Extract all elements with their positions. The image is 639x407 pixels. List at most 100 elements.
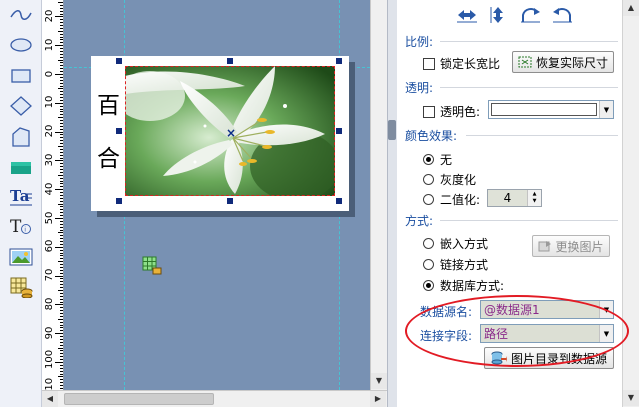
ruler-tick: [60, 99, 63, 101]
dropdown-arrow-icon[interactable]: ▼: [599, 101, 613, 118]
splitter-collapse-icon[interactable]: [388, 120, 396, 140]
ruler-tick: [58, 117, 63, 119]
resize-handle[interactable]: [227, 58, 233, 64]
ruler-tick: [60, 321, 63, 323]
diamond-tool-icon[interactable]: [7, 93, 35, 119]
option-label: 数据库方式:: [440, 279, 505, 293]
ruler-label: 20: [44, 124, 55, 138]
database-field-icon[interactable]: [142, 256, 162, 276]
resize-handle[interactable]: [116, 58, 122, 64]
ruler-tick: [55, 189, 63, 191]
label-text-char[interactable]: 合: [97, 139, 120, 173]
ruler-tick: [55, 160, 63, 162]
ruler-tick: [60, 120, 63, 122]
lily-image-element[interactable]: ×: [125, 66, 335, 196]
resize-handle[interactable]: [336, 128, 342, 134]
ruler-tick: [60, 105, 63, 107]
stepper-arrows-icon[interactable]: ▲ ▼: [527, 190, 541, 206]
datasource-select[interactable]: @数据源1 ▼: [480, 300, 614, 319]
ruler-tick: [60, 183, 63, 185]
option-label: 无: [440, 153, 453, 167]
restore-actual-size-button[interactable]: 恢复实际尺寸: [512, 51, 614, 73]
radio-icon[interactable]: [423, 259, 434, 270]
ruler-label: 10: [44, 96, 55, 109]
rectangle-tool-icon[interactable]: [7, 63, 35, 89]
threshold-value[interactable]: 4: [488, 191, 527, 205]
field-label: 连接字段:: [420, 329, 473, 343]
ruler-tick: [60, 171, 63, 173]
canvas-horizontal-scrollbar[interactable]: ◀ ▶: [42, 390, 387, 407]
scroll-down-icon[interactable]: ▼: [371, 373, 387, 389]
scroll-down-icon[interactable]: ▼: [623, 390, 639, 406]
color-option-grayscale[interactable]: 灰度化: [423, 171, 476, 188]
ruler-tick: [60, 385, 63, 387]
mode-option-embed[interactable]: 嵌入方式: [423, 235, 488, 252]
ellipse-tool-icon[interactable]: [7, 32, 35, 58]
design-canvas[interactable]: 百 合 ×: [64, 0, 370, 390]
ruler-tick: [60, 7, 63, 9]
rotate-left-icon[interactable]: [520, 6, 542, 27]
database-field-tool-icon[interactable]: [7, 274, 35, 300]
flip-vertical-icon[interactable]: [488, 6, 510, 27]
dropdown-arrow-icon[interactable]: ▼: [599, 325, 613, 342]
ruler-label: 60: [44, 240, 55, 253]
ruler-tick: [60, 42, 63, 44]
resize-handle[interactable]: [116, 128, 122, 134]
mode-option-database[interactable]: 数据库方式:: [423, 277, 504, 294]
ruler-label: 110: [44, 378, 55, 390]
radio-selected-icon[interactable]: [423, 280, 434, 291]
ruler-tick: [60, 122, 63, 124]
rich-text-tool-icon[interactable]: Ti: [7, 214, 35, 240]
rotate-right-icon[interactable]: [551, 6, 573, 27]
resize-handle[interactable]: [336, 198, 342, 204]
resize-handle[interactable]: [227, 198, 233, 204]
checkbox-box[interactable]: [423, 105, 435, 118]
replace-image-icon: [538, 241, 552, 252]
color-option-binarize[interactable]: 二值化:: [423, 191, 480, 208]
color-option-none[interactable]: 无: [423, 151, 452, 168]
panel-splitter[interactable]: [387, 0, 397, 407]
canvas-vertical-scrollbar[interactable]: ▼: [370, 0, 387, 390]
ruler-tick: [60, 272, 63, 274]
ruler-tick: [60, 382, 63, 384]
scroll-right-icon[interactable]: ▶: [370, 391, 386, 407]
radio-selected-icon[interactable]: [423, 154, 434, 165]
checkbox-box[interactable]: [423, 57, 435, 70]
text-tool-icon[interactable]: Ta: [7, 184, 35, 210]
scroll-up-icon[interactable]: ▲: [623, 0, 639, 16]
image-tool-icon[interactable]: [7, 244, 35, 270]
label-text-char[interactable]: 百: [97, 86, 120, 120]
resize-handle[interactable]: [116, 198, 122, 204]
resize-handle[interactable]: [336, 58, 342, 64]
label-page[interactable]: 百 合 ×: [91, 56, 349, 211]
ruler-tick: [60, 154, 63, 156]
replace-image-button[interactable]: 更换图片: [532, 235, 610, 257]
radio-icon[interactable]: [423, 238, 434, 249]
fill-block-tool-icon[interactable]: [7, 155, 35, 181]
ruler-tick: [60, 97, 63, 99]
threshold-stepper[interactable]: 4 ▲ ▼: [487, 189, 542, 207]
ruler-tick: [55, 16, 63, 18]
transparent-color-picker[interactable]: ▼: [488, 100, 614, 119]
panel-vertical-scrollbar[interactable]: ▲ ▼: [622, 0, 639, 407]
polygon-tool-icon[interactable]: [7, 124, 35, 150]
ruler-tick: [60, 13, 63, 15]
ruler-tick: [60, 324, 63, 326]
lock-aspect-checkbox[interactable]: 锁定长宽比: [423, 55, 500, 72]
ruler-tick: [60, 166, 63, 168]
dropdown-arrow-icon[interactable]: ▼: [599, 301, 613, 318]
datasource-value: @数据源1: [484, 303, 540, 317]
scroll-thumb[interactable]: [64, 393, 214, 405]
image-dir-to-datasource-button[interactable]: 图片目录到数据源: [484, 347, 614, 369]
scroll-left-icon[interactable]: ◀: [42, 391, 58, 407]
ruler-tick: [60, 194, 63, 196]
mode-option-link[interactable]: 链接方式: [423, 256, 488, 273]
curve-tool-icon[interactable]: [7, 2, 35, 28]
aspect-section-title: 比例:: [405, 35, 434, 49]
flip-horizontal-icon[interactable]: [456, 6, 478, 27]
field-select[interactable]: 路径 ▼: [480, 324, 614, 343]
database-import-icon: [491, 351, 507, 365]
radio-icon[interactable]: [423, 194, 434, 205]
radio-icon[interactable]: [423, 174, 434, 185]
transparent-color-checkbox[interactable]: 透明色:: [423, 103, 480, 120]
